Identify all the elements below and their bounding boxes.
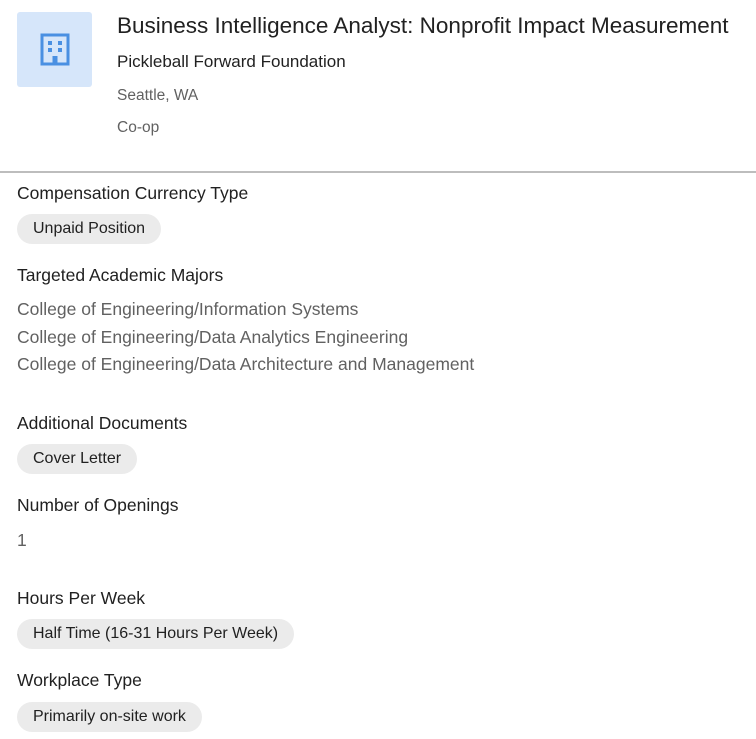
job-location: Seattle, WA: [117, 87, 199, 104]
compensation-chip: Unpaid Position: [17, 214, 162, 244]
employer-name[interactable]: Pickleball Forward Foundation: [117, 51, 346, 73]
major-item: College of Engineering/Data Analytics En…: [17, 327, 409, 347]
document-chip: Cover Letter: [17, 444, 138, 474]
hours-chip: Half Time (16-31 Hours Per Week): [17, 619, 295, 649]
job-title: Business Intelligence Analyst: Nonprofit…: [117, 13, 729, 38]
documents-label: Additional Documents: [17, 413, 188, 433]
major-item: College of Engineering/Data Architecture…: [17, 354, 475, 374]
majors-label: Targeted Academic Majors: [17, 265, 224, 285]
workplace-label: Workplace Type: [17, 670, 142, 690]
compensation-label: Compensation Currency Type: [17, 183, 249, 203]
employer-logo: [17, 12, 92, 87]
openings-label: Number of Openings: [17, 495, 179, 515]
major-item: College of Engineering/Information Syste…: [17, 299, 359, 319]
openings-value: 1: [17, 530, 27, 550]
building-icon: [40, 33, 69, 66]
hours-label: Hours Per Week: [17, 588, 146, 608]
workplace-chip: Primarily on-site work: [17, 702, 202, 732]
job-type: Co-op: [117, 119, 160, 136]
job-header: Business Intelligence Analyst: Nonprofit…: [0, 0, 756, 173]
